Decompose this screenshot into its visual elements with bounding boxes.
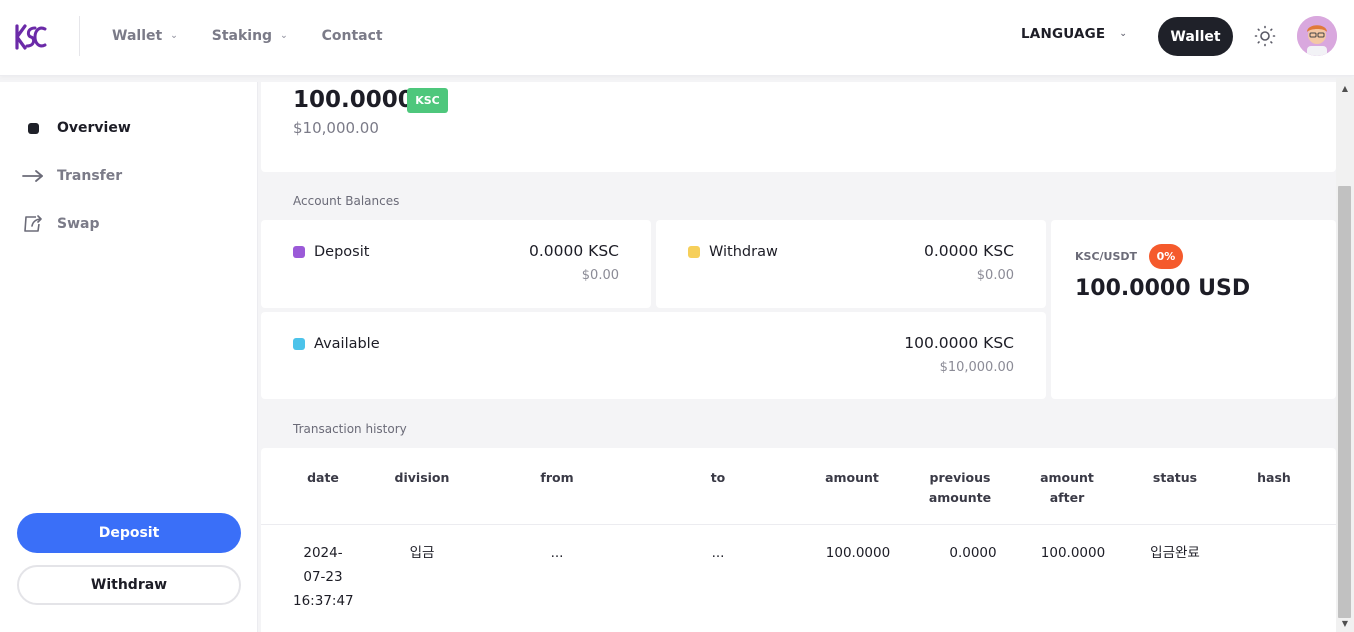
withdraw-color-dot (688, 246, 700, 258)
nav-staking-label: Staking (211, 28, 273, 44)
cell-date: 2024- 07-23 16:37:47 (293, 545, 354, 609)
top-header: Wallet ⌄ Staking ⌄ Contact LANGUAGE ⌄ Wa… (0, 0, 1354, 76)
column-header-to: to (710, 470, 726, 485)
total-balance: 100.0000 (293, 87, 414, 113)
balance-summary-card: 100.0000 KSC $10,000.00 (261, 82, 1336, 172)
language-label: LANGUAGE (1021, 26, 1106, 42)
column-header-previous-amount: previous amounte (928, 470, 992, 505)
nav-wallet[interactable]: Wallet ⌄ (112, 28, 178, 44)
nav-wallet-label: Wallet (112, 28, 163, 44)
deposit-balance-card: Deposit 0.0000 KSC $0.00 (261, 220, 651, 308)
deposit-button[interactable]: Deposit (17, 513, 241, 553)
column-header-amount-after: amount after (1040, 470, 1094, 505)
rate-pair-label: KSC/USDT (1075, 250, 1138, 263)
column-header-amount: amount (825, 470, 879, 485)
nav-contact[interactable]: Contact (322, 28, 383, 44)
header-divider (79, 16, 80, 56)
column-header-hash: hash (1257, 470, 1291, 485)
sidebar: Overview Transfer Swap Deposit Withdraw (0, 82, 258, 632)
swap-icon (22, 213, 44, 235)
sidebar-item-transfer[interactable]: Transfer (22, 164, 122, 188)
column-header-date: date (307, 470, 339, 485)
deposit-color-dot (293, 246, 305, 258)
wallet-button[interactable]: Wallet (1158, 17, 1233, 56)
column-header-division: division (394, 470, 450, 485)
transaction-history-title: Transaction history (293, 422, 407, 436)
withdraw-usd: $0.00 (976, 268, 1014, 283)
nav-staking[interactable]: Staking ⌄ (212, 28, 288, 44)
total-balance-usd: $10,000.00 (293, 119, 379, 137)
cell-amount-after: 100.0000 (1040, 545, 1106, 561)
cell-amount: 100.0000 (825, 545, 891, 561)
deposit-label: Deposit (293, 244, 369, 260)
scroll-up-arrow-icon[interactable]: ▲ (1339, 84, 1351, 94)
chevron-down-icon: ⌄ (280, 31, 288, 41)
main-nav: Wallet ⌄ Staking ⌄ Contact (112, 0, 417, 72)
column-header-status: status (1152, 470, 1198, 485)
language-selector[interactable]: LANGUAGE ⌄ (1021, 26, 1127, 42)
currency-badge: KSC (407, 88, 448, 113)
available-label: Available (293, 336, 380, 352)
sidebar-item-overview[interactable]: Overview (22, 116, 131, 140)
sidebar-item-swap[interactable]: Swap (22, 212, 100, 236)
scroll-down-arrow-icon[interactable]: ▼ (1339, 619, 1351, 629)
available-value: 100.0000 KSC (904, 334, 1014, 352)
available-usd: $10,000.00 (939, 360, 1014, 375)
sidebar-item-label: Transfer (57, 168, 123, 184)
user-avatar[interactable] (1297, 16, 1337, 56)
account-balances-title: Account Balances (293, 194, 400, 208)
cell-status: 입금완료 (1150, 545, 1200, 561)
available-label-text: Available (314, 336, 380, 352)
sidebar-item-label: Swap (57, 216, 100, 232)
square-dot-icon (22, 117, 44, 139)
rate-card: KSC/USDT 0% 100.0000 USD (1051, 220, 1336, 399)
sun-icon[interactable] (1254, 25, 1276, 47)
chevron-down-icon: ⌄ (170, 31, 178, 41)
nav-contact-label: Contact (321, 28, 383, 44)
withdraw-label-text: Withdraw (709, 244, 778, 260)
sidebar-item-label: Overview (57, 120, 131, 136)
withdraw-balance-card: Withdraw 0.0000 KSC $0.00 (656, 220, 1046, 308)
table-header: date division from to amount previous am… (261, 448, 1336, 525)
available-balance-card: Available 100.0000 KSC $10,000.00 (261, 312, 1046, 399)
cell-previous-amount: 0.0000 (949, 545, 997, 561)
available-color-dot (293, 338, 305, 350)
withdraw-value: 0.0000 KSC (924, 242, 1014, 260)
arrow-right-icon (22, 165, 44, 187)
ksc-logo-icon[interactable] (14, 20, 48, 54)
rate-change-badge: 0% (1149, 244, 1183, 269)
deposit-label-text: Deposit (314, 244, 370, 260)
withdraw-button[interactable]: Withdraw (17, 565, 241, 605)
chevron-down-icon: ⌄ (1119, 29, 1128, 39)
deposit-usd: $0.00 (581, 268, 619, 283)
deposit-value: 0.0000 KSC (529, 242, 619, 260)
scrollbar-thumb[interactable] (1338, 186, 1351, 618)
transaction-table: date division from to amount previous am… (261, 448, 1336, 632)
cell-division: 입금 (409, 545, 435, 561)
rate-value: 100.0000 USD (1075, 276, 1251, 301)
cell-to[interactable]: ... (678, 541, 758, 565)
withdraw-label: Withdraw (688, 244, 778, 260)
column-header-from: from (540, 470, 574, 485)
cell-from[interactable]: ... (517, 541, 597, 565)
